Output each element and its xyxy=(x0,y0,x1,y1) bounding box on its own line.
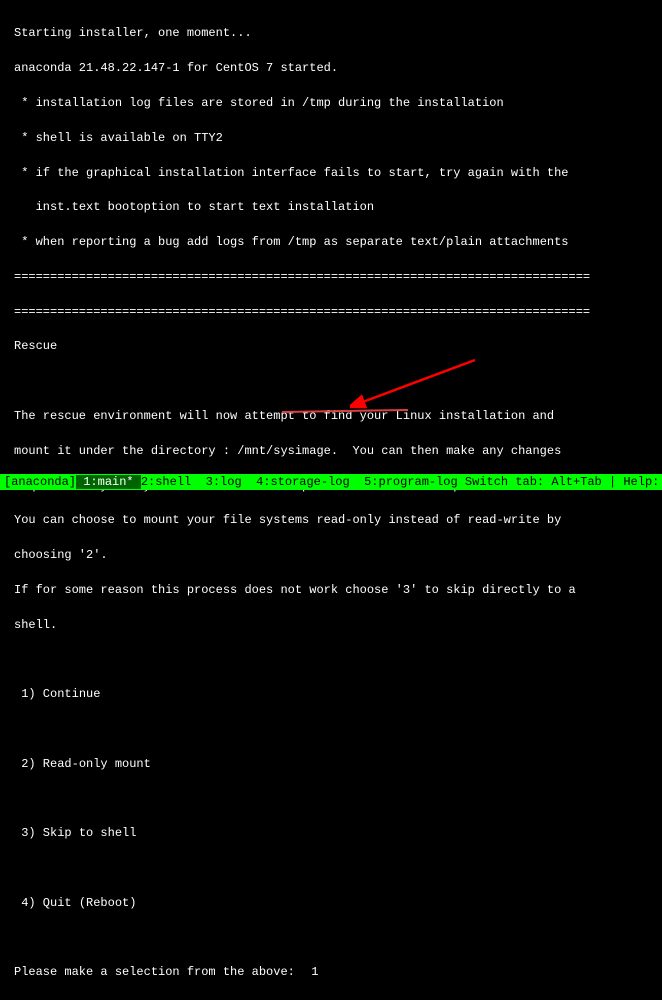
divider-line: ========================================… xyxy=(14,304,648,321)
tab-program-log[interactable]: 5:program-log xyxy=(364,475,465,489)
menu-option-quit: 4) Quit (Reboot) xyxy=(14,895,648,912)
selection-input[interactable] xyxy=(309,965,349,979)
blank-line xyxy=(14,721,648,738)
boot-bullet: * if the graphical installation interfac… xyxy=(14,165,648,182)
rescue-text: mount it under the directory : /mnt/sysi… xyxy=(14,443,648,460)
tab-storage-log[interactable]: 4:storage-log xyxy=(256,475,364,489)
status-bar-left: [anaconda] 1:main* 2:shell 3:log 4:stora… xyxy=(4,475,465,489)
boot-bullet: inst.text bootoption to start text insta… xyxy=(14,199,648,216)
status-bar: [anaconda] 1:main* 2:shell 3:log 4:stora… xyxy=(0,474,662,490)
blank-line xyxy=(14,930,648,947)
rescue-text: choosing '2'. xyxy=(14,547,648,564)
rescue-title: Rescue xyxy=(14,338,648,355)
prompt-label: Please make a selection from the above: xyxy=(14,964,309,981)
help-hint: | Help: F1 xyxy=(609,475,662,489)
boot-bullet: * shell is available on TTY2 xyxy=(14,130,648,147)
menu-option-continue: 1) Continue xyxy=(14,686,648,703)
menu-option-readonly: 2) Read-only mount xyxy=(14,756,648,773)
rescue-text: The rescue environment will now attempt … xyxy=(14,408,648,425)
divider-line: ========================================… xyxy=(14,269,648,286)
blank-line xyxy=(14,791,648,808)
status-bar-right: Switch tab: Alt+Tab | Help: F1 xyxy=(465,475,662,489)
status-app-name: [anaconda] xyxy=(4,475,76,489)
blank-line xyxy=(14,651,648,668)
blank-line xyxy=(14,860,648,877)
boot-line: anaconda 21.48.22.147-1 for CentOS 7 sta… xyxy=(14,60,648,77)
terminal-output: Starting installer, one moment... anacon… xyxy=(0,0,662,1000)
menu-option-skip: 3) Skip to shell xyxy=(14,825,648,842)
tab-shell[interactable]: 2:shell xyxy=(141,475,206,489)
rescue-text: If for some reason this process does not… xyxy=(14,582,648,599)
boot-bullet: * installation log files are stored in /… xyxy=(14,95,648,112)
tab-log[interactable]: 3:log xyxy=(206,475,256,489)
blank-line xyxy=(14,373,648,390)
rescue-text: shell. xyxy=(14,617,648,634)
tab-main[interactable]: 1:main* xyxy=(76,475,141,489)
boot-bullet: * when reporting a bug add logs from /tm… xyxy=(14,234,648,251)
selection-prompt: Please make a selection from the above: xyxy=(14,964,648,981)
switch-tab-hint: Switch tab: Alt+Tab xyxy=(465,475,609,489)
rescue-text: You can choose to mount your file system… xyxy=(14,512,648,529)
boot-line: Starting installer, one moment... xyxy=(14,25,648,42)
